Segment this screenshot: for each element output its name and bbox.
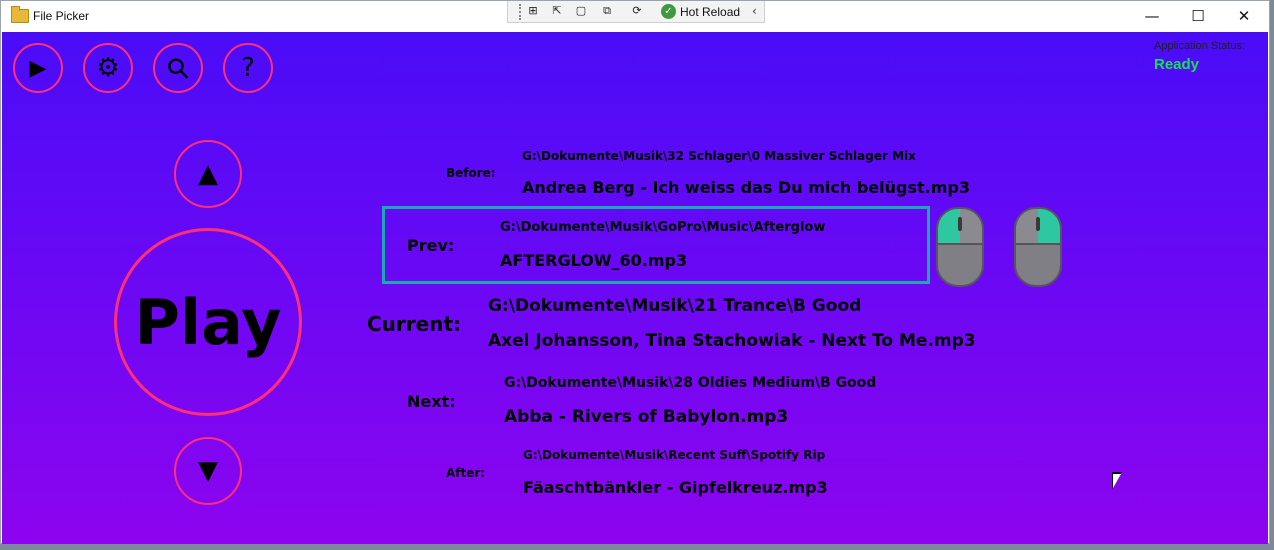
help-icon: ?: [241, 53, 255, 83]
left-mouse-button-highlight: [938, 209, 960, 243]
status-value: Ready: [1154, 56, 1200, 73]
main-content: ▶ ⚙ ⚲ ? Application Status: Ready ▲ Play…: [2, 32, 1268, 544]
title-bar: File Picker ⊞ ⇱ ▢ ⧉ ⟳ ✓ Hot Reload ‹ — ☐…: [1, 1, 1269, 32]
gear-icon: ⚙: [96, 53, 120, 83]
live-visual-tree-icon[interactable]: ⊞: [526, 4, 540, 18]
current-file[interactable]: Axel Johansson, Tina Stachowiak - Next T…: [488, 331, 976, 351]
track-focus-icon[interactable]: ⧉: [600, 4, 614, 18]
prev-label: Prev:: [407, 236, 455, 255]
before-file[interactable]: Andrea Berg - Ich weiss das Du mich belü…: [522, 178, 970, 197]
next-path: G:\Dokumente\Musik\28 Oldies Medium\B Go…: [504, 375, 877, 391]
after-path: G:\Dokumente\Musik\Recent Suff\Spotify R…: [523, 448, 826, 462]
before-label: Before:: [446, 166, 496, 180]
settings-button[interactable]: ⚙: [83, 43, 133, 93]
toolbar-grip[interactable]: [519, 4, 522, 20]
minimize-button[interactable]: —: [1129, 1, 1175, 31]
after-label: After:: [446, 466, 486, 480]
play-button[interactable]: Play: [114, 228, 302, 416]
window-title: File Picker: [33, 9, 90, 23]
play-icon: ▶: [29, 55, 47, 81]
maximize-button[interactable]: ☐: [1175, 1, 1221, 31]
search-button[interactable]: ⚲: [153, 43, 203, 93]
folder-icon: [11, 6, 29, 23]
next-track-button[interactable]: ▼: [174, 437, 242, 505]
prev-selection-box[interactable]: [382, 206, 930, 284]
prev-path: G:\Dokumente\Musik\GoPro\Music\Afterglow: [500, 220, 826, 235]
current-label: Current:: [367, 312, 462, 336]
right-click-mouse-icon: [1014, 207, 1062, 287]
help-button[interactable]: ?: [223, 43, 273, 93]
select-element-icon[interactable]: ⇱: [550, 4, 564, 18]
left-click-mouse-icon: [936, 207, 984, 287]
after-file[interactable]: Fäaschtbänkler - Gipfelkreuz.mp3: [523, 478, 828, 497]
search-icon: ⚲: [159, 49, 197, 87]
play-button-label: Play: [134, 285, 282, 359]
prev-file[interactable]: AFTERGLOW_60.mp3: [500, 251, 687, 270]
up-arrow-icon: ▲: [198, 159, 218, 189]
display-adorners-icon[interactable]: ▢: [574, 4, 588, 18]
before-path: G:\Dokumente\Musik\32 Schlager\0 Massive…: [522, 149, 916, 163]
previous-track-button[interactable]: ▲: [174, 140, 242, 208]
hot-reload-label[interactable]: Hot Reload: [680, 5, 740, 19]
app-window: File Picker ⊞ ⇱ ▢ ⧉ ⟳ ✓ Hot Reload ‹ — ☐…: [0, 0, 1270, 544]
current-path: G:\Dokumente\Musik\21 Trance\B Good: [488, 296, 862, 316]
hot-reload-check-icon: ✓: [661, 4, 676, 19]
mouse-cursor-fill: [1113, 474, 1121, 488]
next-file[interactable]: Abba - Rivers of Babylon.mp3: [504, 407, 788, 427]
collapse-toolbar-icon[interactable]: ‹: [752, 4, 757, 18]
close-button[interactable]: ✕: [1221, 1, 1267, 31]
status-label: Application Status:: [1154, 40, 1246, 52]
down-arrow-icon: ▼: [198, 456, 218, 486]
binding-failures-icon[interactable]: ⟳: [630, 4, 644, 18]
play-toolbar-button[interactable]: ▶: [13, 43, 63, 93]
next-label: Next:: [407, 392, 456, 411]
hot-reload-toolbar: ⊞ ⇱ ▢ ⧉ ⟳ ✓ Hot Reload ‹: [507, 1, 765, 23]
right-mouse-button-highlight: [1038, 209, 1060, 243]
